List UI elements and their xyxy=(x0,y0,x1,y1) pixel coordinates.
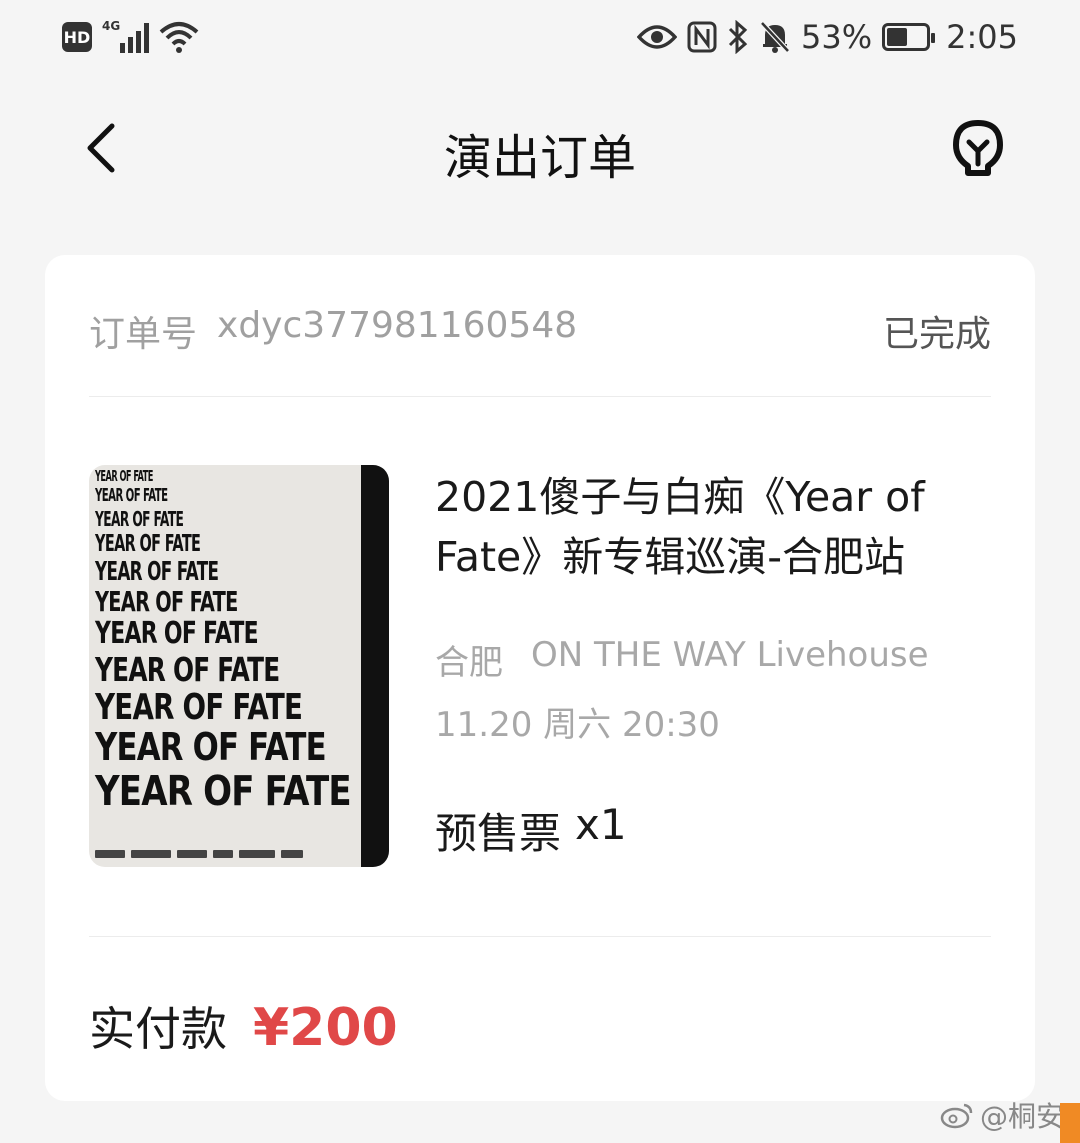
wifi-icon xyxy=(159,22,199,53)
event-city: 合肥 xyxy=(435,643,503,683)
battery-icon xyxy=(882,23,936,51)
battery-fill xyxy=(887,28,908,46)
status-right: 53% 2:05 xyxy=(637,18,1018,56)
order-card[interactable]: 订单号 xdyc377981160548 已完成 YEAR OF FATE YEA… xyxy=(45,255,1035,1101)
poster-line: YEAR OF FATE xyxy=(95,556,219,587)
event-poster[interactable]: YEAR OF FATE YEAR OF FATE YEAR OF FATE YEAR… xyxy=(89,465,389,867)
network-type: 4G xyxy=(102,19,121,33)
event-title[interactable]: 2021傻子与白痴《Year of Fate》新专辑巡演-合肥站 xyxy=(435,467,995,587)
eye-icon xyxy=(637,25,678,49)
divider xyxy=(89,396,991,397)
order-number-group: 订单号 xdyc377981160548 xyxy=(89,305,577,357)
poster-line: YEAR OF FATE xyxy=(95,485,168,506)
event-venue: ON THE WAY Livehouse xyxy=(531,635,929,675)
poster-line: YEAR OF FATE xyxy=(95,584,238,618)
order-number-label: 订单号 xyxy=(89,314,198,355)
divider xyxy=(89,936,991,937)
hd-badge: HD xyxy=(62,22,92,52)
nfc-icon xyxy=(687,21,717,53)
status-left: HD 4G xyxy=(62,19,199,54)
poster-line: YEAR OF FATE xyxy=(95,686,303,728)
payment-row: 实付款 ¥200 xyxy=(89,993,398,1059)
poster-line: YEAR OF FATE xyxy=(95,530,201,557)
mute-icon xyxy=(760,21,790,53)
ticket-quantity: x1 xyxy=(575,800,627,849)
signal-icon: 4G xyxy=(102,19,149,53)
poster-line: YEAR OF FATE xyxy=(95,725,327,771)
poster-sponsors xyxy=(95,847,355,861)
order-status: 已完成 xyxy=(882,314,991,355)
lightbulb-icon xyxy=(953,120,1003,176)
status-bar: HD 4G 53% 2:05 xyxy=(0,0,1080,80)
poster-line: YEAR OF FATE xyxy=(95,467,153,485)
weibo-icon xyxy=(940,1103,973,1129)
ticket-type: 预售票 xyxy=(435,809,562,858)
clock: 2:05 xyxy=(946,18,1018,56)
order-header: 订单号 xdyc377981160548 已完成 xyxy=(89,301,991,361)
nav-bar: 演出订单 xyxy=(0,100,1080,200)
poster-line: YEAR OF FATE xyxy=(95,506,184,531)
watermark-text: @桐安 xyxy=(979,1100,1064,1133)
bluetooth-icon xyxy=(728,20,748,54)
corner-mark xyxy=(1060,1103,1080,1143)
order-number: xdyc377981160548 xyxy=(217,305,578,346)
ticket-info: 预售票 x1 xyxy=(435,800,627,861)
event-venue-row: 合肥 ON THE WAY Livehouse xyxy=(435,635,929,684)
payment-amount: ¥200 xyxy=(253,998,398,1058)
event-datetime: 11.20 周六 20:30 xyxy=(435,705,720,745)
battery-percent: 53% xyxy=(801,18,873,56)
help-button[interactable] xyxy=(950,118,1006,178)
poster-line: YEAR OF FATE xyxy=(95,650,280,690)
payment-label: 实付款 xyxy=(89,1002,227,1056)
poster-line: YEAR OF FATE xyxy=(95,766,352,815)
poster-line: YEAR OF FATE xyxy=(95,616,259,652)
page-title: 演出订单 xyxy=(443,130,636,186)
poster-strip xyxy=(361,465,389,867)
watermark: @桐安 xyxy=(940,1095,1064,1135)
